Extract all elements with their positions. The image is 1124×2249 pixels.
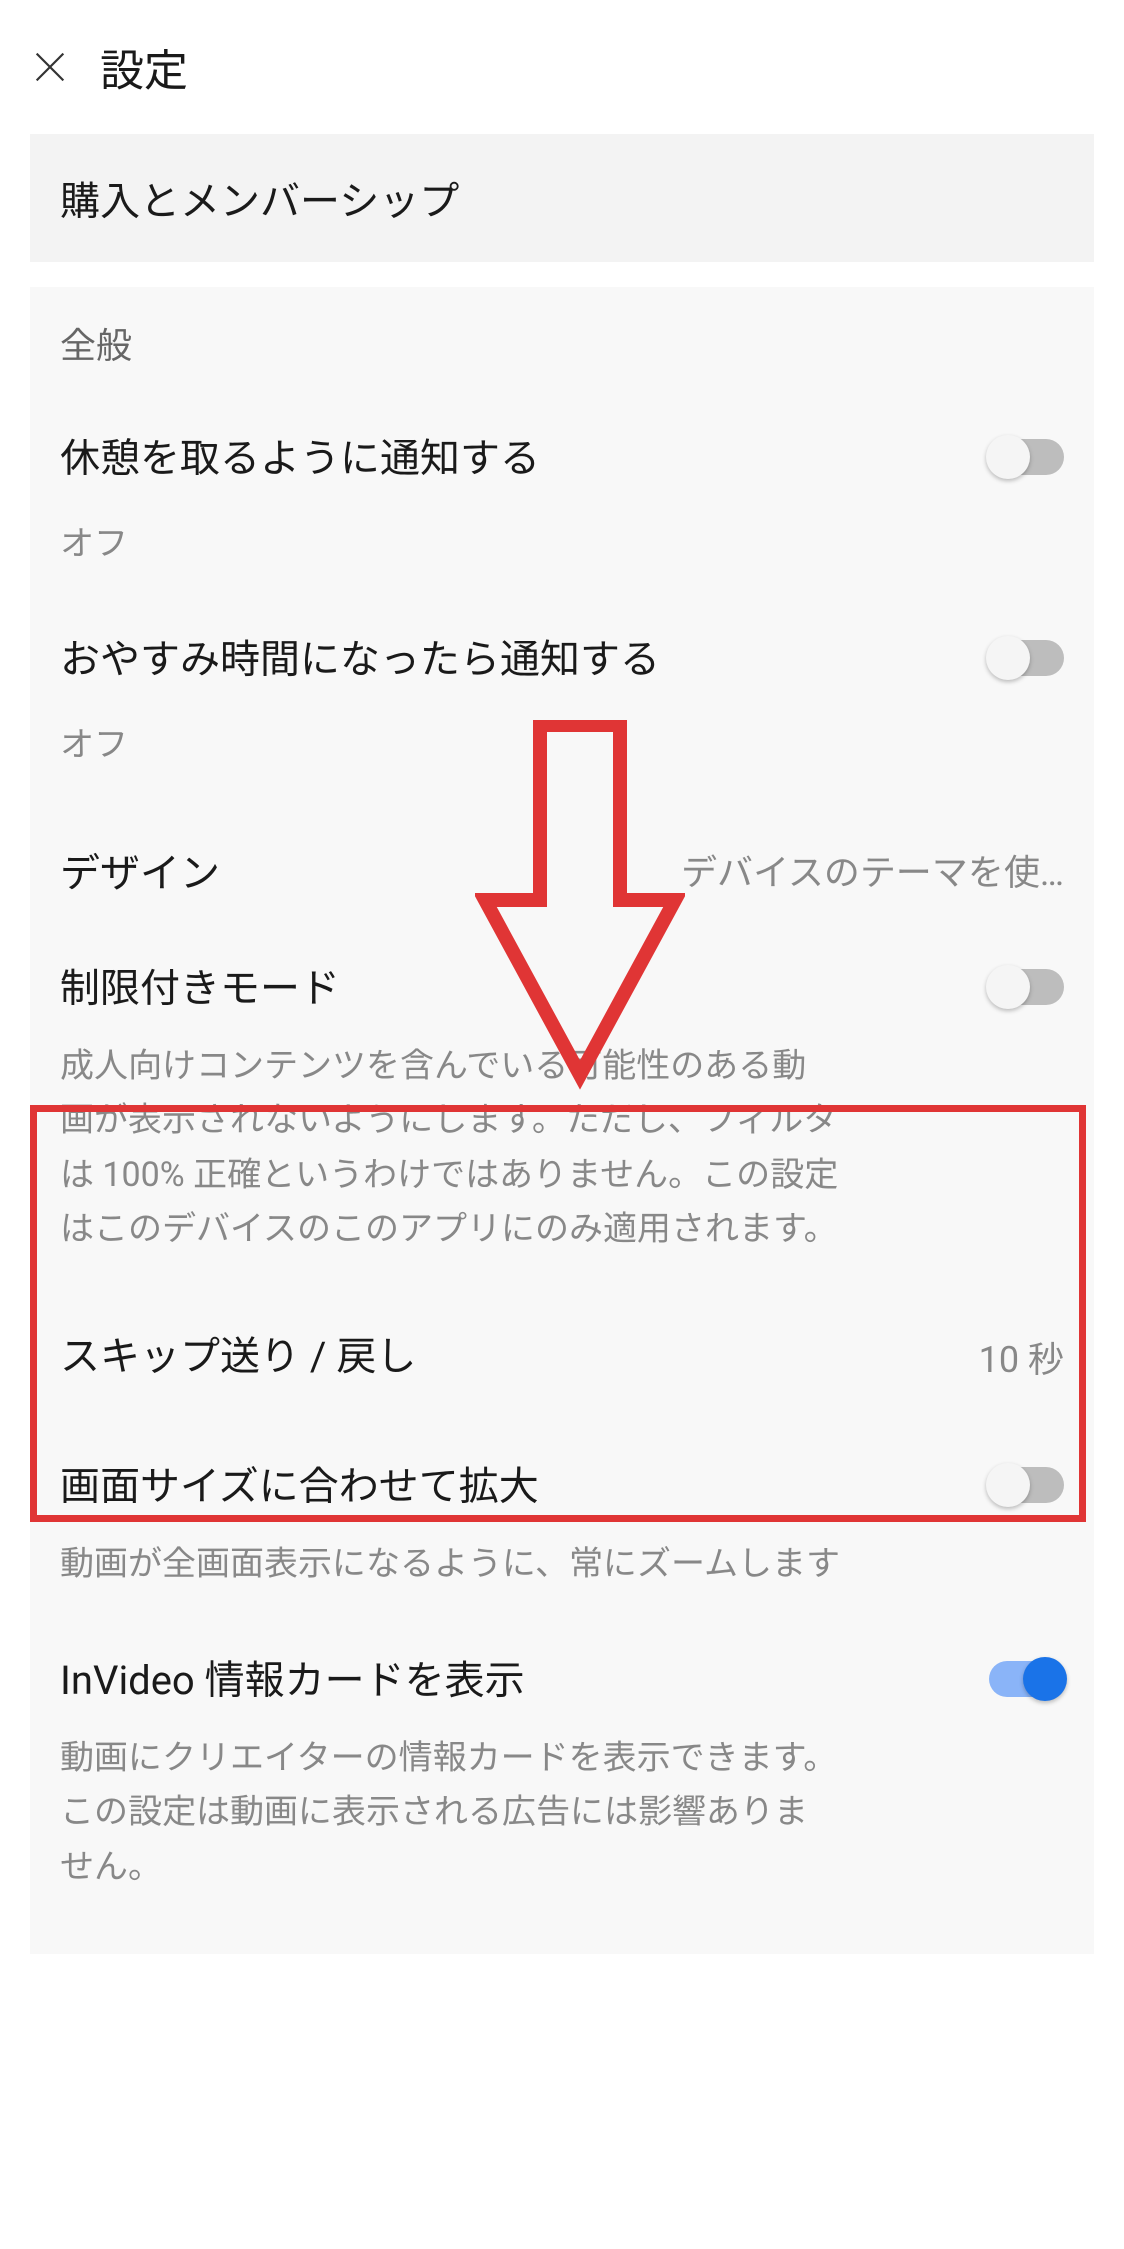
restricted-mode-title: 制限付きモード: [60, 959, 969, 1019]
bedtime-reminder-toggle[interactable]: [989, 640, 1064, 676]
invideo-description: 動画にクリエイターの情報カードを表示できます。この設定は動画に表示される広告には…: [60, 1731, 840, 1894]
break-reminder-title: 休憩を取るように通知する: [60, 429, 969, 489]
purchases-membership-row[interactable]: 購入とメンバーシップ: [30, 134, 1094, 262]
zoom-fit-title: 画面サイズに合わせて拡大: [60, 1457, 969, 1517]
skip-title: スキップ送り / 戻し: [60, 1327, 416, 1387]
invideo-row[interactable]: InVideo 情報カードを表示 動画にクリエイターの情報カードを表示できます。…: [60, 1621, 1064, 1924]
skip-row[interactable]: スキップ送り / 戻し 10 秒: [60, 1287, 1064, 1427]
header: 設定: [0, 0, 1124, 134]
restricted-mode-toggle[interactable]: [989, 969, 1064, 1005]
purchases-membership-title: 購入とメンバーシップ: [60, 169, 1064, 227]
restricted-mode-row[interactable]: 制限付きモード 成人向けコンテンツを含んでいる可能性のある動画が表示されないよう…: [60, 929, 1064, 1287]
bedtime-reminder-title: おやすみ時間になったら通知する: [60, 630, 969, 690]
design-row[interactable]: デザイン デバイスのテーマを使…: [60, 801, 1064, 929]
invideo-toggle[interactable]: [989, 1661, 1064, 1697]
general-label: 全般: [60, 307, 1064, 399]
design-value: デバイスのテーマを使…: [681, 844, 1064, 896]
page-title: 設定: [100, 35, 188, 99]
close-icon[interactable]: [30, 47, 70, 87]
zoom-fit-description: 動画が全画面表示になるように、常にズームします: [60, 1537, 840, 1591]
design-title: デザイン: [60, 841, 220, 899]
break-reminder-row[interactable]: 休憩を取るように通知する オフ: [60, 399, 1064, 600]
skip-value: 10 秒: [979, 1331, 1064, 1383]
break-reminder-status: オフ: [60, 519, 969, 570]
bedtime-reminder-row[interactable]: おやすみ時間になったら通知する オフ: [60, 600, 1064, 801]
break-reminder-toggle[interactable]: [989, 439, 1064, 475]
restricted-mode-description: 成人向けコンテンツを含んでいる可能性のある動画が表示されないようにします。ただし…: [60, 1039, 840, 1257]
general-section: 全般 休憩を取るように通知する オフ おやすみ時間になったら通知する オフ デザ…: [30, 287, 1094, 1954]
invideo-title: InVideo 情報カードを表示: [60, 1651, 969, 1711]
zoom-fit-toggle[interactable]: [989, 1467, 1064, 1503]
zoom-fit-row[interactable]: 画面サイズに合わせて拡大 動画が全画面表示になるように、常にズームします: [60, 1427, 1064, 1621]
bedtime-reminder-status: オフ: [60, 720, 969, 771]
